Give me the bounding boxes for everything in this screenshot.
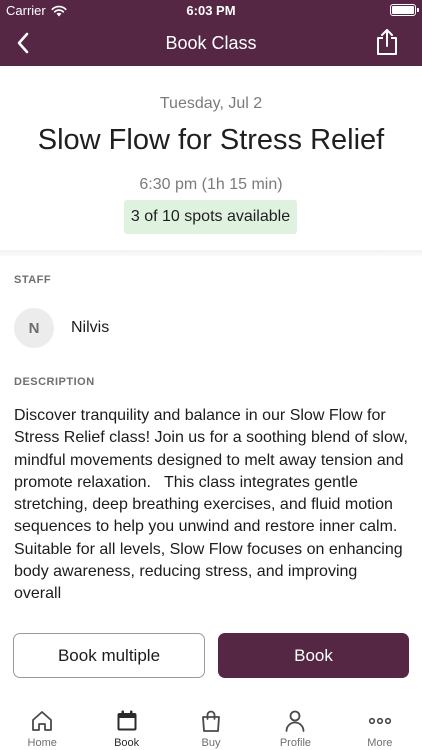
tab-profile[interactable]: Profile <box>253 700 337 750</box>
tab-profile-label: Profile <box>279 737 312 749</box>
share-button[interactable] <box>372 26 402 58</box>
book-button[interactable]: Book <box>218 633 409 678</box>
status-bar: Carrier 6:03 PM <box>0 0 422 20</box>
section-divider <box>0 250 422 256</box>
tab-more[interactable]: More <box>338 700 422 750</box>
staff-name: Nilvis <box>71 319 110 336</box>
more-icon <box>367 708 393 734</box>
tab-more-label: More <box>367 737 393 749</box>
tab-home-label: Home <box>27 737 57 749</box>
shopping-bag-icon <box>198 708 224 734</box>
spots-available-badge: 3 of 10 spots available <box>124 200 297 234</box>
staff-section-label: STAFF <box>14 274 52 286</box>
class-description: Discover tranquility and balance in our … <box>14 407 408 603</box>
calendar-icon <box>114 708 140 734</box>
tab-bar: Home Book Buy Profile More <box>0 700 422 750</box>
book-multiple-button[interactable]: Book multiple <box>13 633 205 678</box>
tab-book[interactable]: Book <box>84 700 168 750</box>
description-section-label: DESCRIPTION <box>14 376 95 388</box>
class-time: 6:30 pm (1h 15 min) <box>139 176 283 193</box>
tab-buy[interactable]: Buy <box>169 700 253 750</box>
class-date: Tuesday, Jul 2 <box>159 95 263 112</box>
tab-home[interactable]: Home <box>0 700 84 750</box>
battery-icon <box>390 4 419 16</box>
staff-row[interactable]: N Nilvis <box>14 308 109 348</box>
class-header: Tuesday, Jul 2 Slow Flow for Stress Reli… <box>0 66 422 250</box>
page-title: Book Class <box>165 33 257 53</box>
staff-avatar: N <box>14 308 54 348</box>
person-icon <box>282 708 308 734</box>
tab-book-label: Book <box>114 737 140 749</box>
share-icon <box>377 29 397 55</box>
status-time: 6:03 PM <box>186 3 236 18</box>
nav-bar: Book Class <box>0 20 422 66</box>
class-title: Slow Flow for Stress Relief <box>37 124 385 156</box>
tab-buy-label: Buy <box>201 737 221 749</box>
home-icon <box>29 708 55 734</box>
